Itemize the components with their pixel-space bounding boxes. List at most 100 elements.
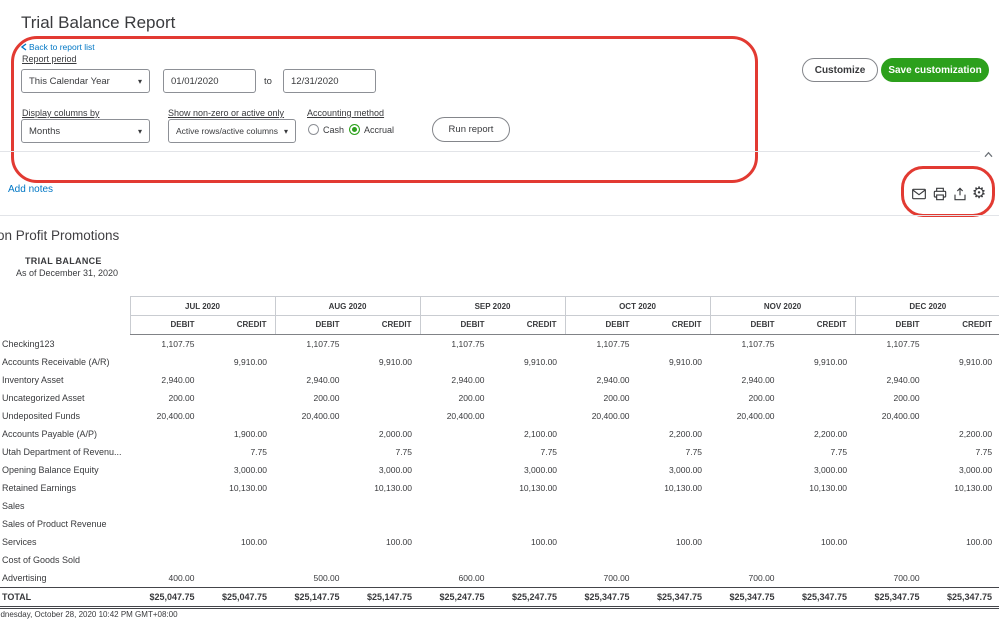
collapse-panel-button[interactable] [979,145,997,163]
cell-value: 100.00 [638,533,711,551]
cell-value: 20,400.00 [275,407,348,425]
cell-value [855,551,928,569]
cell-value [420,443,493,461]
cell-value: 10,130.00 [348,479,421,497]
table-row: Accounts Payable (A/P)1,900.002,000.002,… [0,425,999,443]
add-notes-link[interactable]: Add notes [8,184,53,195]
cell-value: $25,047.75 [130,588,203,608]
cell-value [565,551,638,569]
table-row: Opening Balance Equity3,000.003,000.003,… [0,461,999,479]
display-columns-dropdown[interactable]: Months ▾ [21,119,150,143]
month-header: SEP 2020 [420,297,565,316]
back-to-report-list-link[interactable]: Back to report list [21,42,95,52]
cell-value: 200.00 [565,389,638,407]
cell-value [710,353,783,371]
cell-value [855,533,928,551]
settings-gear-button[interactable]: ⚙ [970,184,988,202]
cell-value [638,569,711,588]
cell-value [928,569,999,588]
account-name: Accounts Receivable (A/R) [0,353,130,371]
cell-value [203,569,276,588]
cell-value [565,479,638,497]
cash-radio[interactable] [308,124,319,135]
cell-value [130,551,203,569]
cell-value [348,335,421,354]
cash-radio-group[interactable]: Cash [308,124,344,135]
cell-value: 400.00 [130,569,203,588]
cell-value: 9,910.00 [783,353,856,371]
table-row: Checking1231,107.751,107.751,107.751,107… [0,335,999,354]
subheader-credit: CREDIT [783,316,856,335]
subheader-debit: DEBIT [420,316,493,335]
back-link-label: Back to report list [29,42,95,52]
subheader-debit: DEBIT [855,316,928,335]
cell-value [203,371,276,389]
cell-value [348,515,421,533]
cell-value: 20,400.00 [420,407,493,425]
cell-value: 9,910.00 [928,353,999,371]
cell-value: 2,940.00 [130,371,203,389]
cell-value [203,407,276,425]
cell-value [275,533,348,551]
trial-balance-report-page: Trial Balance Report Back to report list… [0,0,999,627]
cell-value [275,353,348,371]
save-customization-button[interactable]: Save customization [881,58,989,82]
cell-value [420,497,493,515]
table-row: Sales [0,497,999,515]
cell-value: 200.00 [275,389,348,407]
accrual-radio[interactable] [349,124,360,135]
account-name: Sales [0,497,130,515]
cell-value [783,407,856,425]
chevron-down-icon: ▾ [284,127,288,136]
cell-value [783,389,856,407]
cell-value [928,497,999,515]
cell-value: 100.00 [203,533,276,551]
cell-value [855,479,928,497]
cell-value: 700.00 [710,569,783,588]
cell-value [710,551,783,569]
cell-value: 100.00 [783,533,856,551]
cell-value [130,479,203,497]
cell-value: $25,247.75 [420,588,493,608]
cell-value [275,515,348,533]
cell-value: 100.00 [348,533,421,551]
cell-value: 2,200.00 [783,425,856,443]
cell-value: 10,130.00 [493,479,566,497]
cell-value [130,443,203,461]
email-icon [911,186,927,202]
export-button[interactable] [951,185,969,203]
customize-button[interactable]: Customize [802,58,878,82]
display-columns-value: Months [29,126,60,137]
cell-value: $25,347.75 [855,588,928,608]
report-period-dropdown[interactable]: This Calendar Year ▾ [21,69,150,93]
cell-value [928,371,999,389]
company-name: on Profit Promotions [0,228,119,243]
subheader-credit: CREDIT [638,316,711,335]
cell-value: 1,107.75 [275,335,348,354]
cell-value [638,389,711,407]
cell-value [783,497,856,515]
cell-value: $25,347.75 [710,588,783,608]
run-report-button[interactable]: Run report [432,117,510,142]
cash-radio-label: Cash [323,125,344,135]
cell-value: 1,107.75 [855,335,928,354]
cell-value [855,461,928,479]
export-icon [952,186,968,202]
email-button[interactable] [910,185,928,203]
cell-value: 2,940.00 [855,371,928,389]
date-to-input[interactable] [283,69,376,93]
cell-value [638,551,711,569]
cell-value [493,389,566,407]
table-row: Services100.00100.00100.00100.00100.0010… [0,533,999,551]
nonzero-dropdown[interactable]: Active rows/active columns ▾ [168,119,296,143]
month-header: NOV 2020 [710,297,855,316]
accrual-radio-group[interactable]: Accrual [349,124,394,135]
cell-value [710,443,783,461]
subheader-credit: CREDIT [493,316,566,335]
print-button[interactable] [931,185,949,203]
subheader-debit: DEBIT [710,316,783,335]
date-from-input[interactable] [163,69,256,93]
cell-value [203,515,276,533]
table-row: Accounts Receivable (A/R) 9,910.00 9,910.0… [0,353,999,371]
cell-value [348,389,421,407]
